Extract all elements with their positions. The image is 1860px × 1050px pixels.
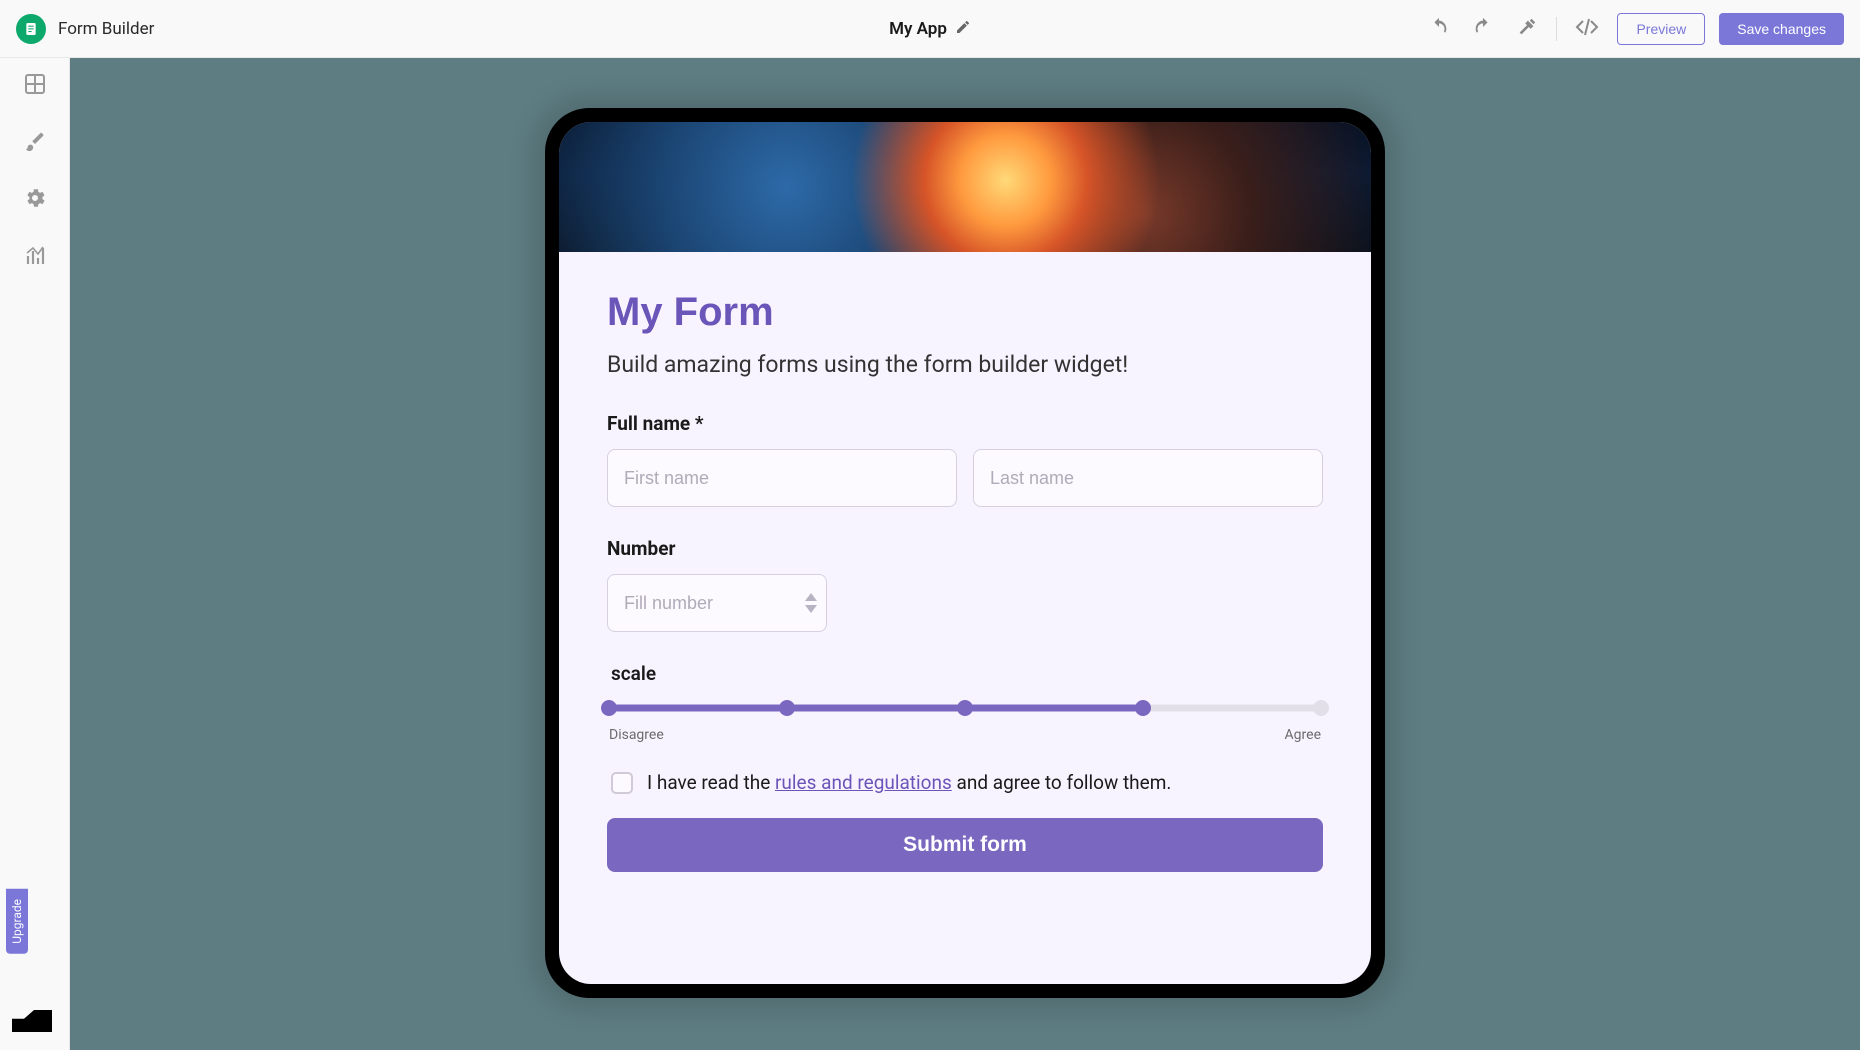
form-body: My Form Build amazing forms using the fo… [559,252,1371,984]
gear-icon[interactable] [23,186,47,214]
scale-label: scale [611,662,1323,685]
preview-button[interactable]: Preview [1617,13,1705,45]
submit-button[interactable]: Submit form [607,818,1323,872]
form-title: My Form [607,290,1323,335]
device-frame: My Form Build amazing forms using the fo… [545,108,1385,998]
number-label: Number [607,537,1323,560]
last-name-input[interactable] [973,449,1323,507]
app-logo-icon [16,14,46,44]
hero-image [559,122,1371,252]
number-down-icon[interactable] [805,605,817,613]
divider [1556,17,1557,41]
number-up-icon[interactable] [805,593,817,601]
device-screen: My Form Build amazing forms using the fo… [559,122,1371,984]
sneaker-icon[interactable] [12,1010,52,1032]
code-icon[interactable] [1571,11,1603,47]
hammer-icon[interactable] [1512,12,1542,46]
first-name-input[interactable] [607,449,957,507]
consent-checkbox[interactable] [611,772,633,794]
grid-icon[interactable] [23,72,47,100]
canvas: My Form Build amazing forms using the fo… [70,58,1860,1050]
upgrade-badge[interactable]: Upgrade [6,889,28,954]
brush-icon[interactable] [24,130,46,156]
app-label: Form Builder [58,19,154,39]
rules-link[interactable]: rules and regulations [775,771,952,794]
edit-name-icon[interactable] [955,19,971,39]
scale-right-label: Agree [1285,727,1321,743]
top-header: Form Builder My App Preview Save changes [0,0,1860,58]
number-input[interactable] [607,574,827,632]
left-sidebar: Upgrade [0,58,70,1050]
analytics-icon[interactable] [23,244,47,272]
scale-left-label: Disagree [609,727,664,743]
consent-text: I have read the rules and regulations an… [647,771,1171,794]
app-name[interactable]: My App [889,19,947,39]
fullname-label: Full name * [607,412,1323,435]
form-subtitle: Build amazing forms using the form build… [607,351,1323,378]
scale-slider[interactable] [609,701,1321,715]
save-button[interactable]: Save changes [1719,13,1844,45]
undo-icon[interactable] [1424,12,1454,46]
redo-icon[interactable] [1468,12,1498,46]
